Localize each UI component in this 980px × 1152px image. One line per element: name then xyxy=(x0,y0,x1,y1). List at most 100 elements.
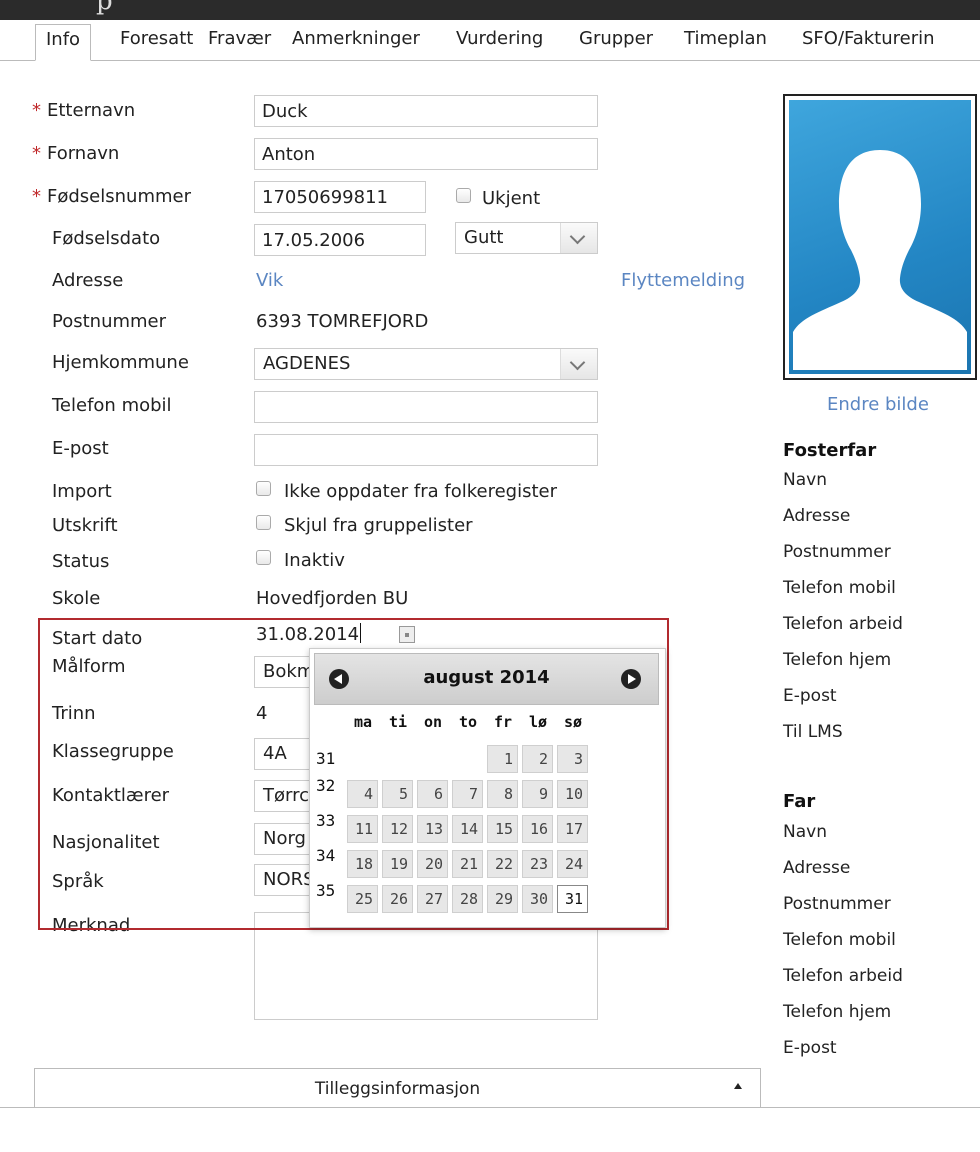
fosterfar-row-label: Adresse xyxy=(783,506,851,526)
calendar-day[interactable]: 17 xyxy=(557,815,588,843)
fodselsdato-input[interactable] xyxy=(254,224,426,256)
import-label: Import xyxy=(52,481,112,502)
fornavn-input[interactable] xyxy=(254,138,598,170)
weekday-header: ti xyxy=(388,713,408,731)
calendar-day[interactable]: 7 xyxy=(452,780,483,808)
fosterfar-row-label: Telefon hjem xyxy=(783,650,892,670)
utskrift-label: Utskrift xyxy=(52,515,118,536)
week-number: 32 xyxy=(316,776,336,795)
hjemkommune-dropdown-button[interactable] xyxy=(560,349,597,379)
postnummer-label: Postnummer xyxy=(52,311,167,332)
calendar-day[interactable]: 13 xyxy=(417,815,448,843)
calendar-day[interactable]: 10 xyxy=(557,780,588,808)
ukjent-checkbox[interactable] xyxy=(456,188,471,203)
month-title: august 2014 xyxy=(423,667,550,688)
weekday-header: ma xyxy=(353,713,373,731)
weekday-header: fr xyxy=(493,713,513,731)
gender-select-value: Gutt xyxy=(464,227,504,248)
calendar-day[interactable]: 25 xyxy=(347,885,378,913)
weekday-header: sø xyxy=(563,713,583,731)
gender-dropdown-button[interactable] xyxy=(560,223,597,253)
fosterfar-row-label: Telefon mobil xyxy=(783,578,896,598)
adresse-link[interactable]: Vik xyxy=(256,270,283,291)
calendar-day[interactable]: 24 xyxy=(557,850,588,878)
skole-label: Skole xyxy=(52,588,101,609)
etternavn-label: * Etternavn xyxy=(32,100,136,121)
next-month-button[interactable] xyxy=(621,669,641,689)
calendar-day[interactable]: 4 xyxy=(347,780,378,808)
tab-fravaer[interactable]: Fravær xyxy=(208,28,271,49)
tilleggsinformasjon-accordion[interactable]: Tilleggsinformasjon xyxy=(34,1068,761,1108)
calendar-day[interactable]: 3 xyxy=(557,745,588,773)
weekday-header: lø xyxy=(528,713,548,731)
caret-up-icon xyxy=(734,1083,742,1089)
calendar-day[interactable]: 20 xyxy=(417,850,448,878)
calendar-day[interactable]: 6 xyxy=(417,780,448,808)
calendar-day[interactable]: 23 xyxy=(522,850,553,878)
calendar-day[interactable]: 27 xyxy=(417,885,448,913)
hjemkommune-select[interactable]: AGDENES xyxy=(254,348,598,380)
calendar-day[interactable]: 15 xyxy=(487,815,518,843)
top-bar-text: p xyxy=(96,0,113,16)
telefon-mobil-input[interactable] xyxy=(254,391,598,423)
calendar-day[interactable]: 9 xyxy=(522,780,553,808)
fornavn-label: * Fornavn xyxy=(32,143,120,164)
divider xyxy=(0,1107,980,1108)
calendar-day[interactable]: 31 xyxy=(557,885,588,913)
calendar-day[interactable]: 5 xyxy=(382,780,413,808)
tab-anmerkninger[interactable]: Anmerkninger xyxy=(292,28,420,49)
utskrift-checkbox[interactable] xyxy=(256,515,271,530)
chevron-down-icon xyxy=(569,354,586,371)
tab-vurdering[interactable]: Vurdering xyxy=(456,28,543,49)
calendar-day[interactable]: 19 xyxy=(382,850,413,878)
epost-input[interactable] xyxy=(254,434,598,466)
far-heading: Far xyxy=(783,791,816,812)
calendar-day[interactable]: 30 xyxy=(522,885,553,913)
far-row-label: Navn xyxy=(783,822,827,842)
fodselsnummer-label: * Fødselsnummer xyxy=(32,186,191,207)
calendar-day[interactable]: 14 xyxy=(452,815,483,843)
calendar-day[interactable]: 18 xyxy=(347,850,378,878)
weekday-header: to xyxy=(458,713,478,731)
calendar-day[interactable]: 29 xyxy=(487,885,518,913)
calendar-day[interactable]: 1 xyxy=(487,745,518,773)
calendar-day[interactable]: 8 xyxy=(487,780,518,808)
gender-select[interactable]: Gutt xyxy=(455,222,598,254)
import-checkbox[interactable] xyxy=(256,481,271,496)
flyttemelding-link[interactable]: Flyttemelding xyxy=(621,270,745,291)
calendar-day[interactable]: 11 xyxy=(347,815,378,843)
fodselsnummer-input[interactable] xyxy=(254,181,426,213)
calendar-day[interactable]: 12 xyxy=(382,815,413,843)
calendar-day[interactable]: 22 xyxy=(487,850,518,878)
import-checkbox-label: Ikke oppdater fra folkeregister xyxy=(284,481,557,502)
tab-bar: Info Foresatt Fravær Anmerkninger Vurder… xyxy=(0,20,980,61)
calendar-day[interactable]: 28 xyxy=(452,885,483,913)
far-row-label: Adresse xyxy=(783,858,851,878)
tab-foresatt[interactable]: Foresatt xyxy=(120,28,193,49)
tab-info[interactable]: Info xyxy=(35,24,92,61)
calendar-day[interactable]: 26 xyxy=(382,885,413,913)
telefon-mobil-label: Telefon mobil xyxy=(52,395,172,416)
endre-bilde-link[interactable]: Endre bilde xyxy=(827,394,929,415)
calendar-day[interactable]: 16 xyxy=(522,815,553,843)
tab-timeplan[interactable]: Timeplan xyxy=(684,28,767,49)
far-row-label: Telefon mobil xyxy=(783,930,896,950)
chevron-down-icon xyxy=(569,228,586,245)
calendar-day[interactable]: 2 xyxy=(522,745,553,773)
fosterfar-row-label: Postnummer xyxy=(783,542,891,562)
far-row-label: Postnummer xyxy=(783,894,891,914)
top-bar: p xyxy=(0,0,980,20)
fosterfar-heading: Fosterfar xyxy=(783,440,877,461)
status-checkbox-label: Inaktiv xyxy=(284,550,345,571)
etternavn-input[interactable] xyxy=(254,95,598,127)
fosterfar-row-label: Telefon arbeid xyxy=(783,614,903,634)
status-checkbox[interactable] xyxy=(256,550,271,565)
week-number: 31 xyxy=(316,749,336,768)
student-photo xyxy=(783,94,977,380)
adresse-label: Adresse xyxy=(52,270,124,291)
tab-grupper[interactable]: Grupper xyxy=(579,28,653,49)
calendar-day[interactable]: 21 xyxy=(452,850,483,878)
person-silhouette-icon xyxy=(793,150,967,370)
accordion-title: Tilleggsinformasjon xyxy=(314,1079,481,1099)
tab-sfo-fakturering[interactable]: SFO/Fakturerin xyxy=(802,28,935,49)
